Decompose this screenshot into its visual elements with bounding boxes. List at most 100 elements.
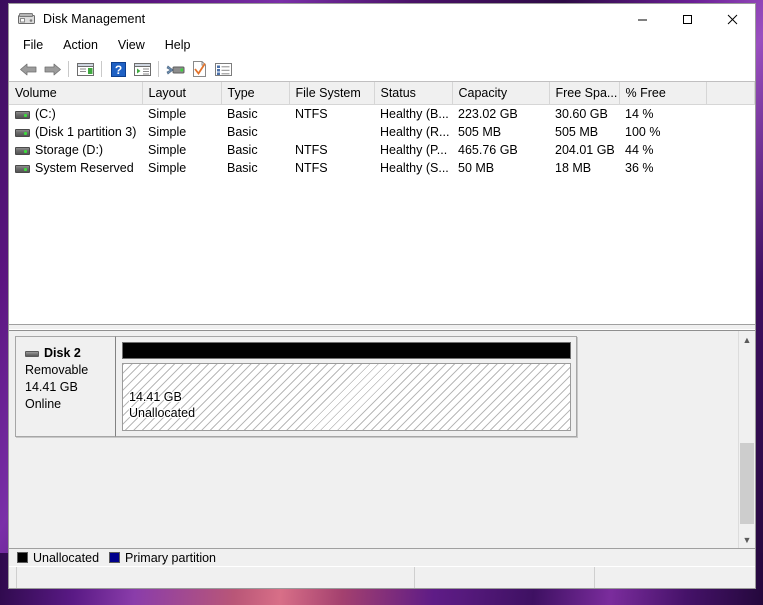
toolbar-separator-2 (101, 61, 102, 77)
column-header-percent-free[interactable]: % Free (619, 82, 707, 105)
disk-state: Online (25, 397, 62, 411)
volume-drive-icon (15, 128, 30, 137)
partition-size: 14.41 GB (129, 390, 182, 404)
column-header-capacity[interactable]: Capacity (452, 82, 550, 105)
maximize-icon (683, 14, 692, 24)
cell-volume: Storage (D:) (9, 141, 142, 159)
cell-status: Healthy (S... (380, 161, 449, 175)
menu-help[interactable]: Help (160, 36, 200, 55)
cell-layout: Simple (148, 143, 187, 157)
menu-bar: File Action View Help (9, 34, 755, 57)
cell-free-space: 505 MB (555, 125, 599, 139)
help-icon: ? (110, 61, 126, 77)
column-header-type[interactable]: Type (221, 82, 290, 105)
cell-type: Basic (227, 125, 258, 139)
volume-label: (C:) (35, 107, 56, 121)
disk-pane-scrollbar[interactable]: ▲ ▼ (738, 331, 755, 548)
svg-text:?: ? (114, 63, 121, 77)
menu-view[interactable]: View (113, 36, 154, 55)
volume-table: Volume Layout Type File System Status Ca… (9, 82, 755, 177)
title-bar: Disk Management (9, 4, 755, 34)
cell-volume: System Reserved (9, 159, 142, 177)
list-view-icon (214, 62, 232, 76)
status-bar-panel-4 (595, 567, 755, 588)
cell-file-system (289, 123, 374, 141)
show-hide-console-tree-button[interactable] (73, 58, 97, 80)
cell-percent-free: 36 % (625, 161, 654, 175)
volume-list-pane: Volume Layout Type File System Status Ca… (9, 82, 755, 324)
cell-free-space: 18 MB (555, 161, 592, 175)
cell-type: Basic (227, 161, 258, 175)
forward-arrow-icon (44, 63, 61, 75)
cell-filler (706, 141, 755, 159)
volume-drive-icon (15, 146, 30, 155)
properties-icon (192, 61, 206, 77)
cell-capacity: 223.02 GB (458, 107, 518, 121)
legend-label-primary-partition: Primary partition (125, 550, 217, 565)
disk-management-window: Disk Management File Action View Help ? … (8, 3, 756, 589)
scroll-up-arrow-icon[interactable]: ▲ (739, 331, 755, 348)
properties-button[interactable] (187, 58, 211, 80)
volume-drive-icon (15, 110, 30, 119)
volume-drive-icon (15, 164, 30, 173)
partition-block-unallocated[interactable]: 14.41 GB Unallocated (122, 363, 571, 431)
back-button[interactable] (16, 58, 40, 80)
legend-item-primary-partition: Primary partition (109, 551, 216, 565)
cell-capacity: 465.76 GB (458, 143, 518, 157)
help-button[interactable]: ? (106, 58, 130, 80)
status-bar (9, 566, 755, 588)
status-bar-panel-2 (17, 567, 415, 588)
table-row[interactable]: (Disk 1 partition 3) Simple Basic Health… (9, 123, 755, 141)
window-controls (620, 4, 755, 34)
cell-filler (706, 105, 755, 124)
cell-volume: (C:) (9, 105, 142, 124)
forward-button[interactable] (40, 58, 64, 80)
legend-swatch-unallocated (17, 552, 28, 563)
disk-row-disk2: Disk 2 Removable 14.41 GB Online 14.41 G… (15, 336, 577, 437)
cell-volume: (Disk 1 partition 3) (9, 123, 142, 141)
cell-layout: Simple (148, 107, 187, 121)
cell-capacity: 50 MB (458, 161, 495, 175)
menu-action[interactable]: Action (58, 36, 107, 55)
close-button[interactable] (710, 4, 755, 34)
legend-swatch-primary-partition (109, 552, 121, 563)
cell-status: Healthy (P... (380, 143, 448, 157)
close-icon (727, 14, 738, 24)
show-hide-action-pane-button[interactable] (130, 58, 154, 80)
minimize-icon (638, 19, 647, 20)
rescan-disks-icon (166, 64, 184, 75)
cell-percent-free: 44 % (625, 143, 654, 157)
back-arrow-icon (19, 63, 36, 75)
column-header-free-space[interactable]: Free Spa... (549, 82, 620, 105)
show-hide-console-tree-icon (76, 62, 94, 76)
minimize-button[interactable] (620, 4, 665, 34)
menu-file[interactable]: File (18, 36, 52, 55)
scrollbar-thumb[interactable] (740, 443, 754, 524)
volume-table-header-row: Volume Layout Type File System Status Ca… (9, 82, 755, 105)
volume-label: Storage (D:) (35, 143, 104, 157)
cell-type: Basic (227, 107, 258, 121)
disk-info-panel[interactable]: Disk 2 Removable 14.41 GB Online (15, 336, 116, 437)
cell-file-system: NTFS (295, 161, 328, 175)
partition-status: Unallocated (129, 406, 196, 420)
scroll-down-arrow-icon[interactable]: ▼ (739, 531, 755, 548)
disk-media-type: Removable (25, 363, 89, 377)
volume-label: (Disk 1 partition 3) (35, 125, 137, 139)
maximize-button[interactable] (665, 4, 710, 34)
rescan-disks-button[interactable] (163, 58, 187, 80)
column-header-file-system[interactable]: File System (289, 82, 375, 105)
table-row[interactable]: (C:) Simple Basic NTFS Healthy (B... 223… (9, 105, 755, 124)
table-row[interactable]: System Reserved Simple Basic NTFS Health… (9, 159, 755, 177)
toolbar-separator-3 (158, 61, 159, 77)
partition-area: 14.41 GB Unallocated (116, 336, 577, 437)
column-header-status[interactable]: Status (374, 82, 453, 105)
partition-color-band-unallocated (122, 342, 571, 359)
column-header-filler[interactable] (706, 82, 755, 105)
table-row[interactable]: Storage (D:) Simple Basic NTFS Healthy (… (9, 141, 755, 159)
column-header-volume[interactable]: Volume (9, 82, 143, 105)
list-view-button[interactable] (211, 58, 235, 80)
status-bar-panel-1 (9, 567, 17, 588)
column-header-layout[interactable]: Layout (142, 82, 222, 105)
status-bar-panel-3 (415, 567, 595, 588)
cell-free-space: 30.60 GB (555, 107, 608, 121)
